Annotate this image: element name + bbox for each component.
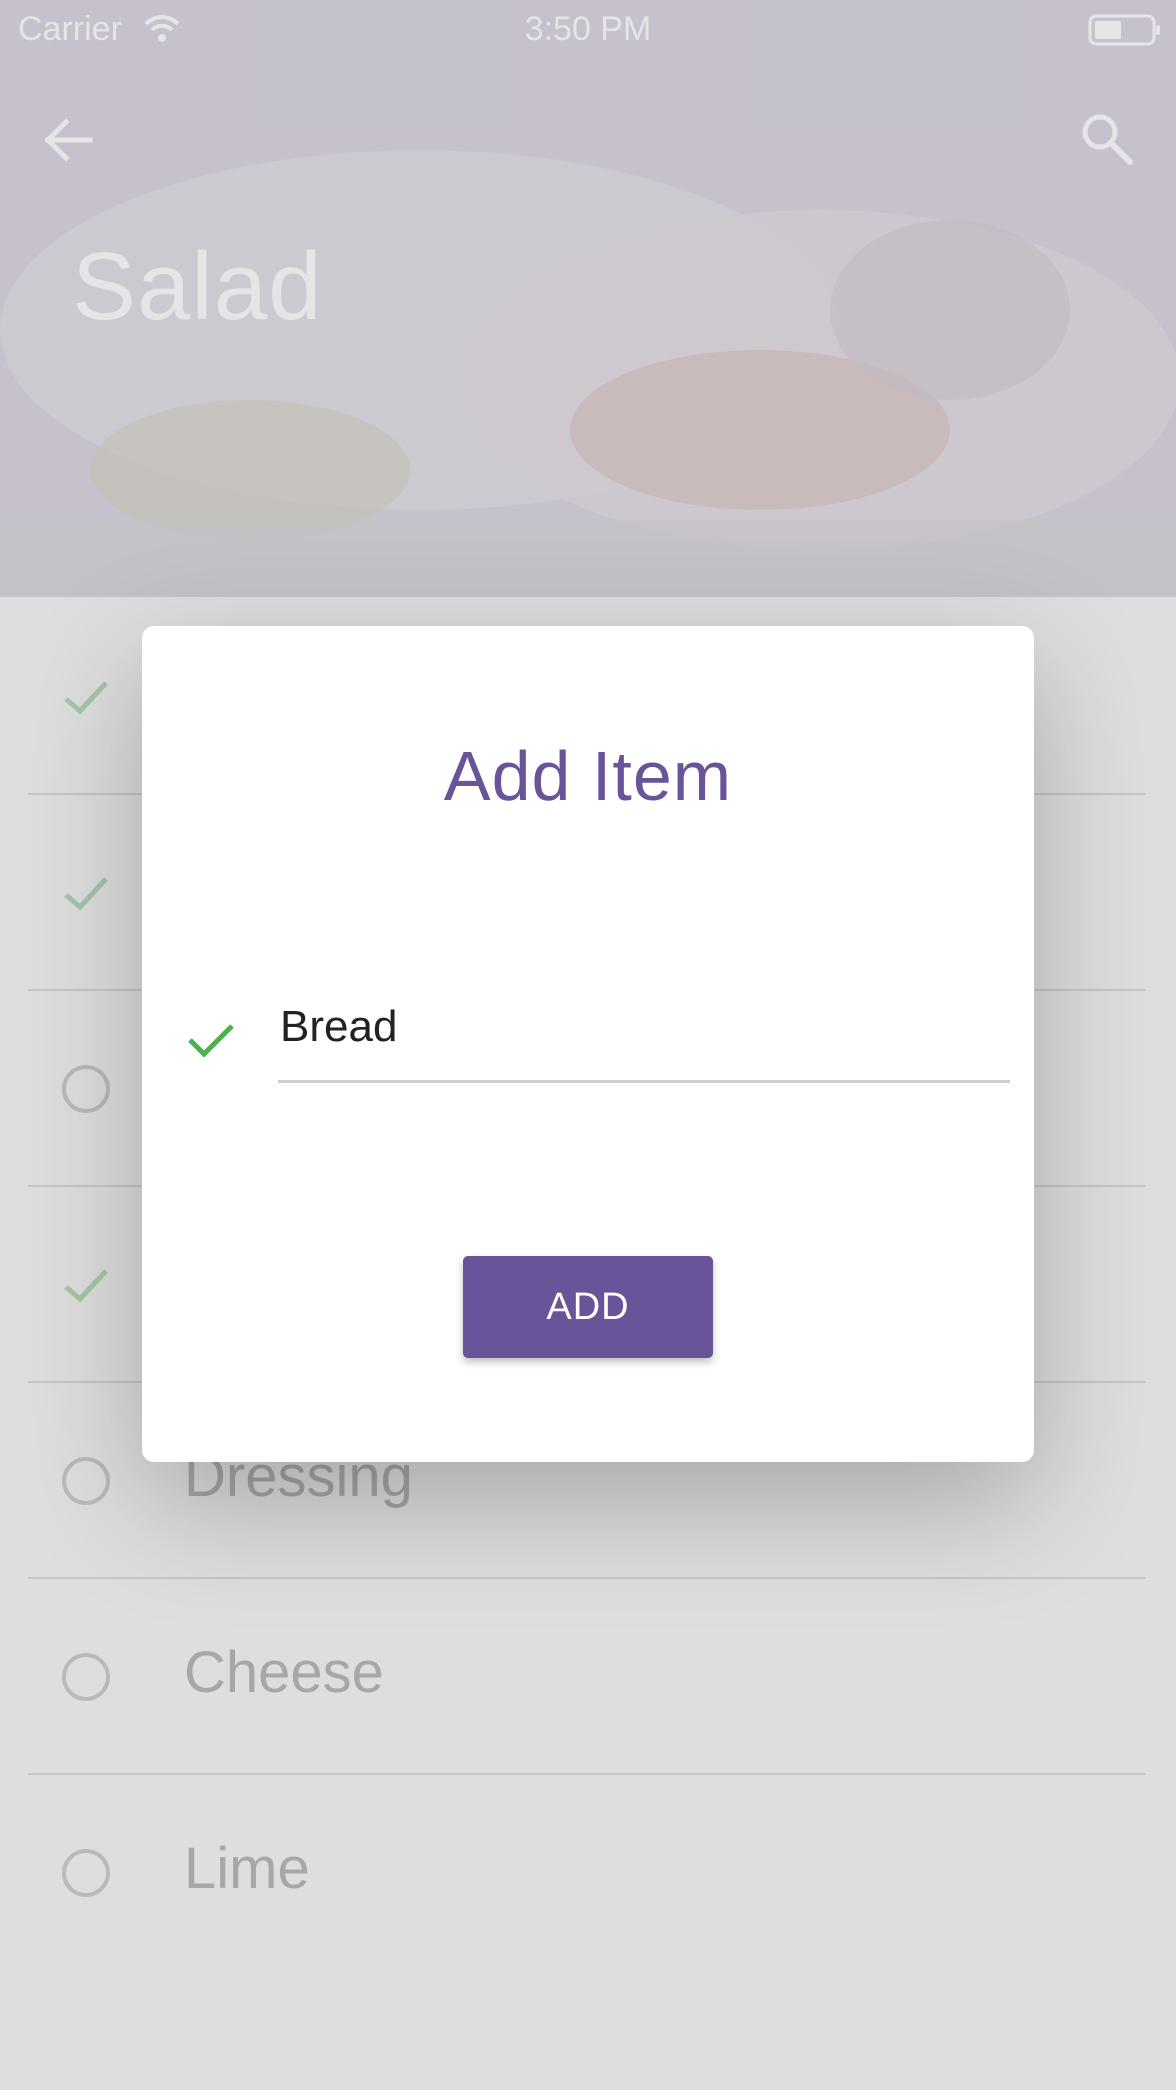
list-item[interactable]: Cheese	[28, 1577, 1146, 1775]
unchecked-circle-icon[interactable]	[62, 1653, 110, 1701]
list-item[interactable]: Lime	[28, 1773, 1146, 1969]
checkmark-icon	[188, 1024, 234, 1058]
list-item-label: Cheese	[184, 1640, 384, 1705]
status-bar: Carrier 3:50 PM	[0, 0, 1176, 60]
checkmark-icon[interactable]	[62, 673, 110, 721]
list-item-label: Lime	[184, 1836, 310, 1901]
add-item-dialog: Add Item ADD	[142, 626, 1034, 1462]
search-icon[interactable]	[1078, 110, 1136, 168]
dialog-title: Add Item	[443, 737, 733, 815]
status-time: 3:50 PM	[524, 10, 652, 48]
unchecked-circle-icon[interactable]	[62, 1065, 110, 1113]
page-title: Salad	[72, 233, 323, 340]
checkmark-icon[interactable]	[62, 1261, 110, 1309]
checkmark-icon[interactable]	[62, 869, 110, 917]
battery-icon	[1088, 14, 1160, 46]
header-image: Carrier 3:50 PM Salad	[0, 0, 1176, 597]
arrow-left-icon[interactable]	[40, 112, 96, 168]
app-screen: Carrier 3:50 PM Salad Dressing Cheese Li…	[0, 0, 1176, 2090]
unchecked-circle-icon[interactable]	[62, 1849, 110, 1897]
item-name-input[interactable]	[278, 992, 1010, 1083]
add-button[interactable]: ADD	[463, 1256, 713, 1358]
unchecked-circle-icon[interactable]	[62, 1457, 110, 1505]
